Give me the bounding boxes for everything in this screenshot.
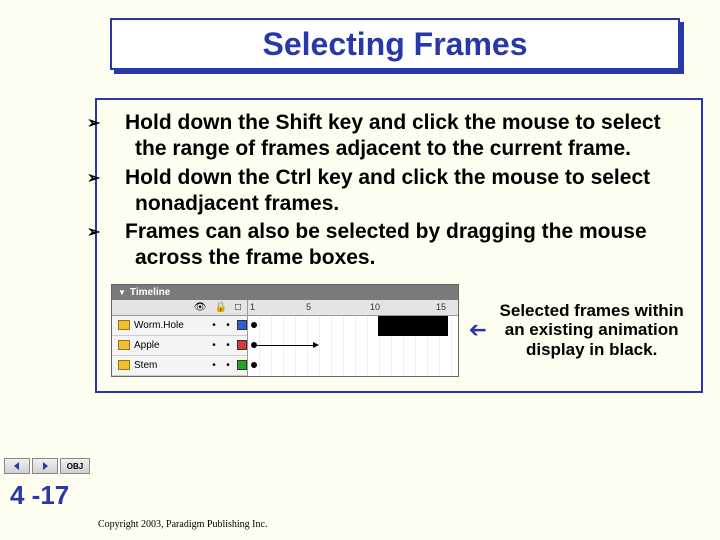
page-number: 4 -17 — [10, 480, 69, 511]
selected-frames[interactable] — [378, 316, 448, 336]
lock-dot[interactable]: • — [223, 320, 233, 331]
slide-title-box: Selecting Frames — [110, 18, 680, 70]
bullet-text: Frames can also be selected by dragging … — [125, 220, 647, 269]
collapse-icon[interactable]: ▼ — [118, 288, 126, 297]
content-box: ➢Hold down the Shift key and click the m… — [95, 98, 703, 393]
timeline-title: Timeline — [130, 287, 170, 298]
bullet-item: ➢Hold down the Shift key and click the m… — [111, 110, 687, 163]
timeline-frames-area[interactable]: 1 5 10 15 — [248, 300, 458, 376]
visibility-dot[interactable]: • — [209, 320, 219, 331]
frame-row[interactable] — [248, 336, 458, 356]
keyframe-icon[interactable] — [251, 362, 257, 368]
visibility-dot[interactable]: • — [209, 340, 219, 351]
layer-row[interactable]: Apple • • — [112, 336, 247, 356]
timeline-layers-column: 👁 🔒 □ Worm.Hole • • — [112, 300, 248, 376]
frame-ruler: 1 5 10 15 — [248, 300, 458, 316]
nav-next-button[interactable] — [32, 458, 58, 474]
bullet-item: ➢Hold down the Ctrl key and click the mo… — [111, 165, 687, 218]
layer-icon — [118, 340, 130, 350]
layer-icon — [118, 360, 130, 370]
bullet-arrow-icon: ➢ — [111, 223, 125, 243]
ruler-tick: 5 — [306, 302, 311, 312]
eye-icon[interactable]: 👁 — [194, 302, 207, 313]
copyright-text: Copyright 2003, Paradigm Publishing Inc. — [98, 519, 267, 530]
ruler-tick: 15 — [436, 302, 446, 312]
layer-color-swatch[interactable] — [237, 320, 247, 330]
lock-icon[interactable]: 🔒 — [215, 302, 227, 313]
bullet-text: Hold down the Shift key and click the mo… — [125, 111, 661, 160]
lock-dot[interactable]: • — [223, 360, 233, 371]
frame-row[interactable] — [248, 356, 458, 376]
bullet-list: ➢Hold down the Shift key and click the m… — [111, 110, 687, 272]
tween-arrow-icon — [256, 345, 316, 346]
layer-color-swatch[interactable] — [237, 360, 247, 370]
bullet-item: ➢Frames can also be selected by dragging… — [111, 219, 687, 272]
frame-row[interactable] — [248, 316, 458, 336]
layer-color-swatch[interactable] — [237, 340, 247, 350]
timeline-header[interactable]: ▼ Timeline — [112, 285, 458, 300]
obj-button[interactable]: OBJ — [60, 458, 90, 474]
ruler-tick: 1 — [250, 302, 255, 312]
layer-icon — [118, 320, 130, 330]
callout-arrow-icon: ➔ — [459, 317, 496, 343]
layer-name: Worm.Hole — [134, 320, 205, 331]
callout-text: Selected frames within an existing anima… — [496, 301, 687, 360]
timeline-panel: ▼ Timeline 👁 🔒 □ Worm.Hole • — [111, 284, 459, 377]
bullet-arrow-icon: ➢ — [111, 169, 125, 189]
outline-icon[interactable]: □ — [235, 302, 241, 313]
layer-row[interactable]: Stem • • — [112, 356, 247, 376]
bullet-arrow-icon: ➢ — [111, 114, 125, 134]
keyframe-icon[interactable] — [251, 322, 257, 328]
bullet-text: Hold down the Ctrl key and click the mou… — [125, 166, 650, 215]
visibility-dot[interactable]: • — [209, 360, 219, 371]
lock-dot[interactable]: • — [223, 340, 233, 351]
ruler-tick: 10 — [370, 302, 380, 312]
layer-column-icons: 👁 🔒 □ — [112, 300, 247, 316]
layer-name: Stem — [134, 360, 205, 371]
slide-title: Selecting Frames — [263, 26, 528, 63]
nav-prev-button[interactable] — [4, 458, 30, 474]
layer-name: Apple — [134, 340, 205, 351]
layer-row[interactable]: Worm.Hole • • — [112, 316, 247, 336]
